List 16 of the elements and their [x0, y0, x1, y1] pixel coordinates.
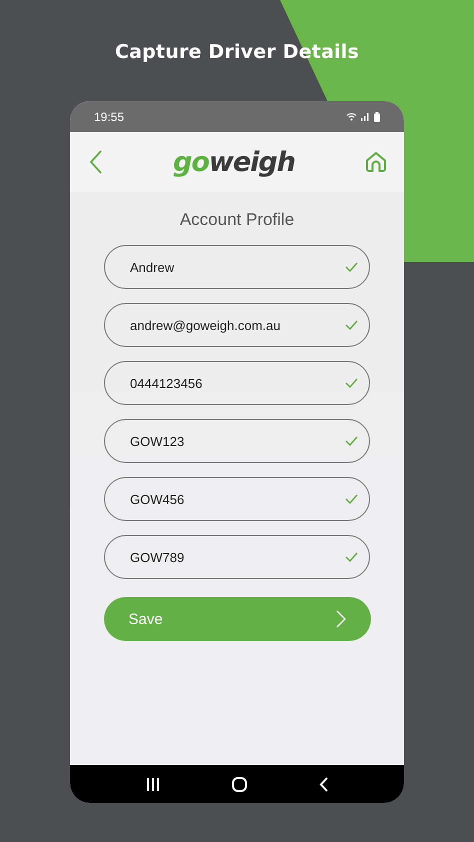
input-field[interactable]: GOW789: [104, 535, 370, 579]
input-field[interactable]: GOW456: [104, 477, 370, 521]
page-title: Account Profile: [180, 210, 294, 230]
logo: goweigh: [173, 146, 295, 178]
input-field[interactable]: andrew@goweigh.com.au: [104, 303, 370, 347]
home-button-icon[interactable]: [232, 776, 247, 792]
recent-apps-icon[interactable]: [146, 778, 160, 790]
chevron-right-icon: [336, 610, 346, 628]
back-button-icon[interactable]: [319, 776, 328, 792]
input-field[interactable]: 0444123456: [104, 361, 370, 405]
status-time: 19:55: [94, 110, 124, 124]
battery-icon: [374, 112, 380, 122]
input-field[interactable]: Andrew: [104, 245, 370, 289]
signal-icon: [361, 112, 370, 121]
wifi-icon: [346, 112, 357, 121]
input-field[interactable]: GOW123: [104, 419, 370, 463]
